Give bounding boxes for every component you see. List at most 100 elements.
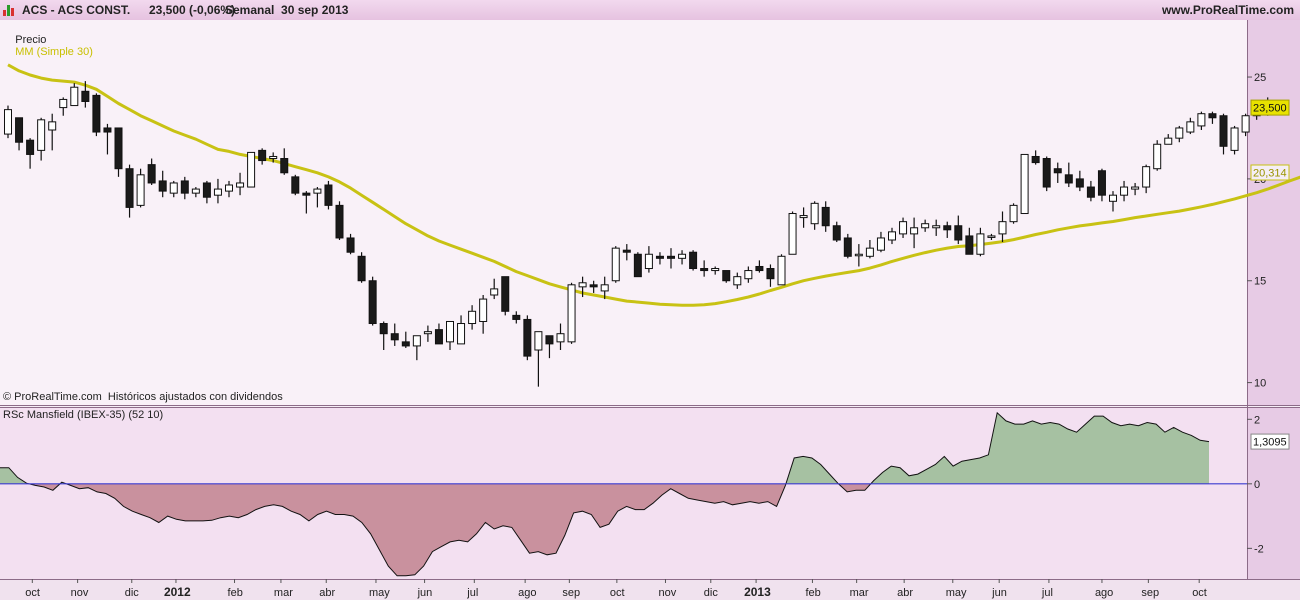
candle-body-up — [1230, 127, 1239, 151]
candle-body-up — [479, 298, 488, 322]
candle-body-up — [567, 284, 576, 343]
candle-body-down — [401, 341, 410, 347]
time-tick-label: feb — [228, 587, 243, 599]
candle-body-up — [446, 320, 454, 343]
candle — [788, 211, 797, 255]
candle-body-up — [1153, 143, 1162, 170]
rs-tick-label: 0 — [1254, 479, 1260, 491]
candle-body-up — [1241, 115, 1250, 133]
candle-body-down — [324, 184, 333, 206]
candle-body-down — [689, 251, 698, 270]
candle-body-up — [48, 121, 57, 131]
candle-body-up — [998, 221, 1007, 235]
time-tick-label: feb — [805, 587, 820, 599]
candle-body-down — [202, 182, 211, 198]
candle-body-up — [788, 213, 797, 255]
candle-body-up — [269, 155, 278, 160]
candle — [324, 180, 333, 210]
candle-body-down — [1075, 178, 1084, 188]
copyright-watermark: © ProRealTime.com Históricos ajustados c… — [3, 391, 283, 403]
time-tick-label: 2012 — [164, 585, 191, 599]
candle-body-up — [1109, 194, 1117, 202]
candle — [501, 276, 510, 316]
candle-body-up — [578, 282, 587, 288]
chart-window: ACS - ACS CONST. 23,500 (-0,06%) Semanal… — [0, 0, 1300, 600]
candle-body-up — [490, 288, 499, 296]
ma-series-label: MM (Simple 30) — [15, 46, 93, 58]
candle-body-up — [423, 331, 432, 335]
candle-body-down — [1053, 168, 1062, 174]
candle-body-up — [70, 86, 79, 107]
candle — [357, 252, 366, 283]
candle-body-down — [1219, 115, 1228, 147]
candle-body-up — [854, 253, 863, 257]
price-tick-label: 25 — [1254, 72, 1266, 84]
candle-body-down — [722, 270, 731, 282]
candle-body-up — [534, 331, 543, 351]
candlestick-logo-icon — [3, 4, 14, 16]
price-and-rs-chart[interactable]: 1015202520-220,31423,5001,3095octnovdic2… — [0, 20, 1300, 600]
candle-body-up — [1164, 137, 1173, 145]
candle — [689, 250, 698, 271]
time-tick-label: ago — [518, 587, 536, 599]
chart-header: ACS - ACS CONST. 23,500 (-0,06%) Semanal… — [0, 0, 1300, 21]
candle-body-up — [59, 98, 68, 109]
price-tick-label: 15 — [1254, 276, 1266, 288]
candle-body-down — [832, 225, 841, 241]
candle — [368, 276, 377, 326]
time-tick-label: sep — [562, 587, 580, 599]
time-tick-label: jul — [466, 587, 478, 599]
candle-body-down — [390, 333, 399, 341]
candle-body-down — [667, 255, 675, 259]
time-tick-label: 2013 — [744, 585, 771, 599]
candle-body-down — [81, 90, 90, 102]
candle-body-up — [457, 323, 466, 345]
time-tick-label: may — [946, 587, 967, 599]
price-panel-label: Precio MM (Simple 30) — [3, 22, 93, 70]
candle-body-up — [976, 233, 985, 255]
candle-body-up — [1186, 121, 1195, 133]
candle-body-down — [943, 225, 952, 231]
candle-body-down — [147, 164, 156, 184]
candle — [1153, 140, 1162, 171]
candle — [4, 105, 12, 139]
candle-body-up — [921, 223, 930, 229]
candle — [1020, 153, 1029, 215]
candle-body-up — [888, 231, 896, 241]
time-tick-label: dic — [704, 587, 719, 599]
candle-body-up — [225, 184, 233, 192]
candle-body-up — [899, 221, 908, 235]
time-tick-label: jul — [1041, 587, 1053, 599]
rs-panel-label: RSc Mansfield (IBEX-35) (52 10) — [3, 409, 164, 421]
candle-body-up — [213, 188, 222, 196]
candle-body-up — [313, 188, 322, 194]
site-label: www.ProRealTime.com — [1161, 3, 1294, 17]
candle-body-down — [501, 276, 510, 312]
candle-body-up — [711, 268, 720, 272]
candle-body-down — [755, 265, 764, 272]
price-tick-label: 10 — [1254, 378, 1266, 390]
candle-body-down — [1208, 113, 1217, 119]
candle-body-up — [1142, 166, 1151, 188]
candle-body-up — [1197, 113, 1206, 127]
candle-body-up — [1175, 127, 1184, 139]
candle-body-down — [589, 284, 598, 288]
candle — [247, 151, 256, 188]
time-tick-label: nov — [71, 587, 89, 599]
candle-body-down — [434, 329, 443, 345]
time-tick-label: sep — [1141, 587, 1159, 599]
candle-body-up — [136, 174, 145, 206]
candle-body-up — [678, 253, 687, 259]
candle-body-up — [1131, 186, 1140, 190]
candle-body-down — [766, 268, 775, 280]
time-tick-label: abr — [319, 587, 335, 599]
candle-body-down — [335, 204, 344, 239]
candle-body-down — [346, 237, 355, 253]
candle-body-down — [368, 280, 377, 325]
candle — [523, 315, 532, 361]
period-label: Semanal 30 sep 2013 — [225, 3, 349, 17]
rs-tick-label: 2 — [1254, 414, 1260, 426]
time-tick-label: jun — [991, 587, 1007, 599]
price-panel-bg — [0, 20, 1247, 405]
candle-body-up — [865, 247, 874, 257]
